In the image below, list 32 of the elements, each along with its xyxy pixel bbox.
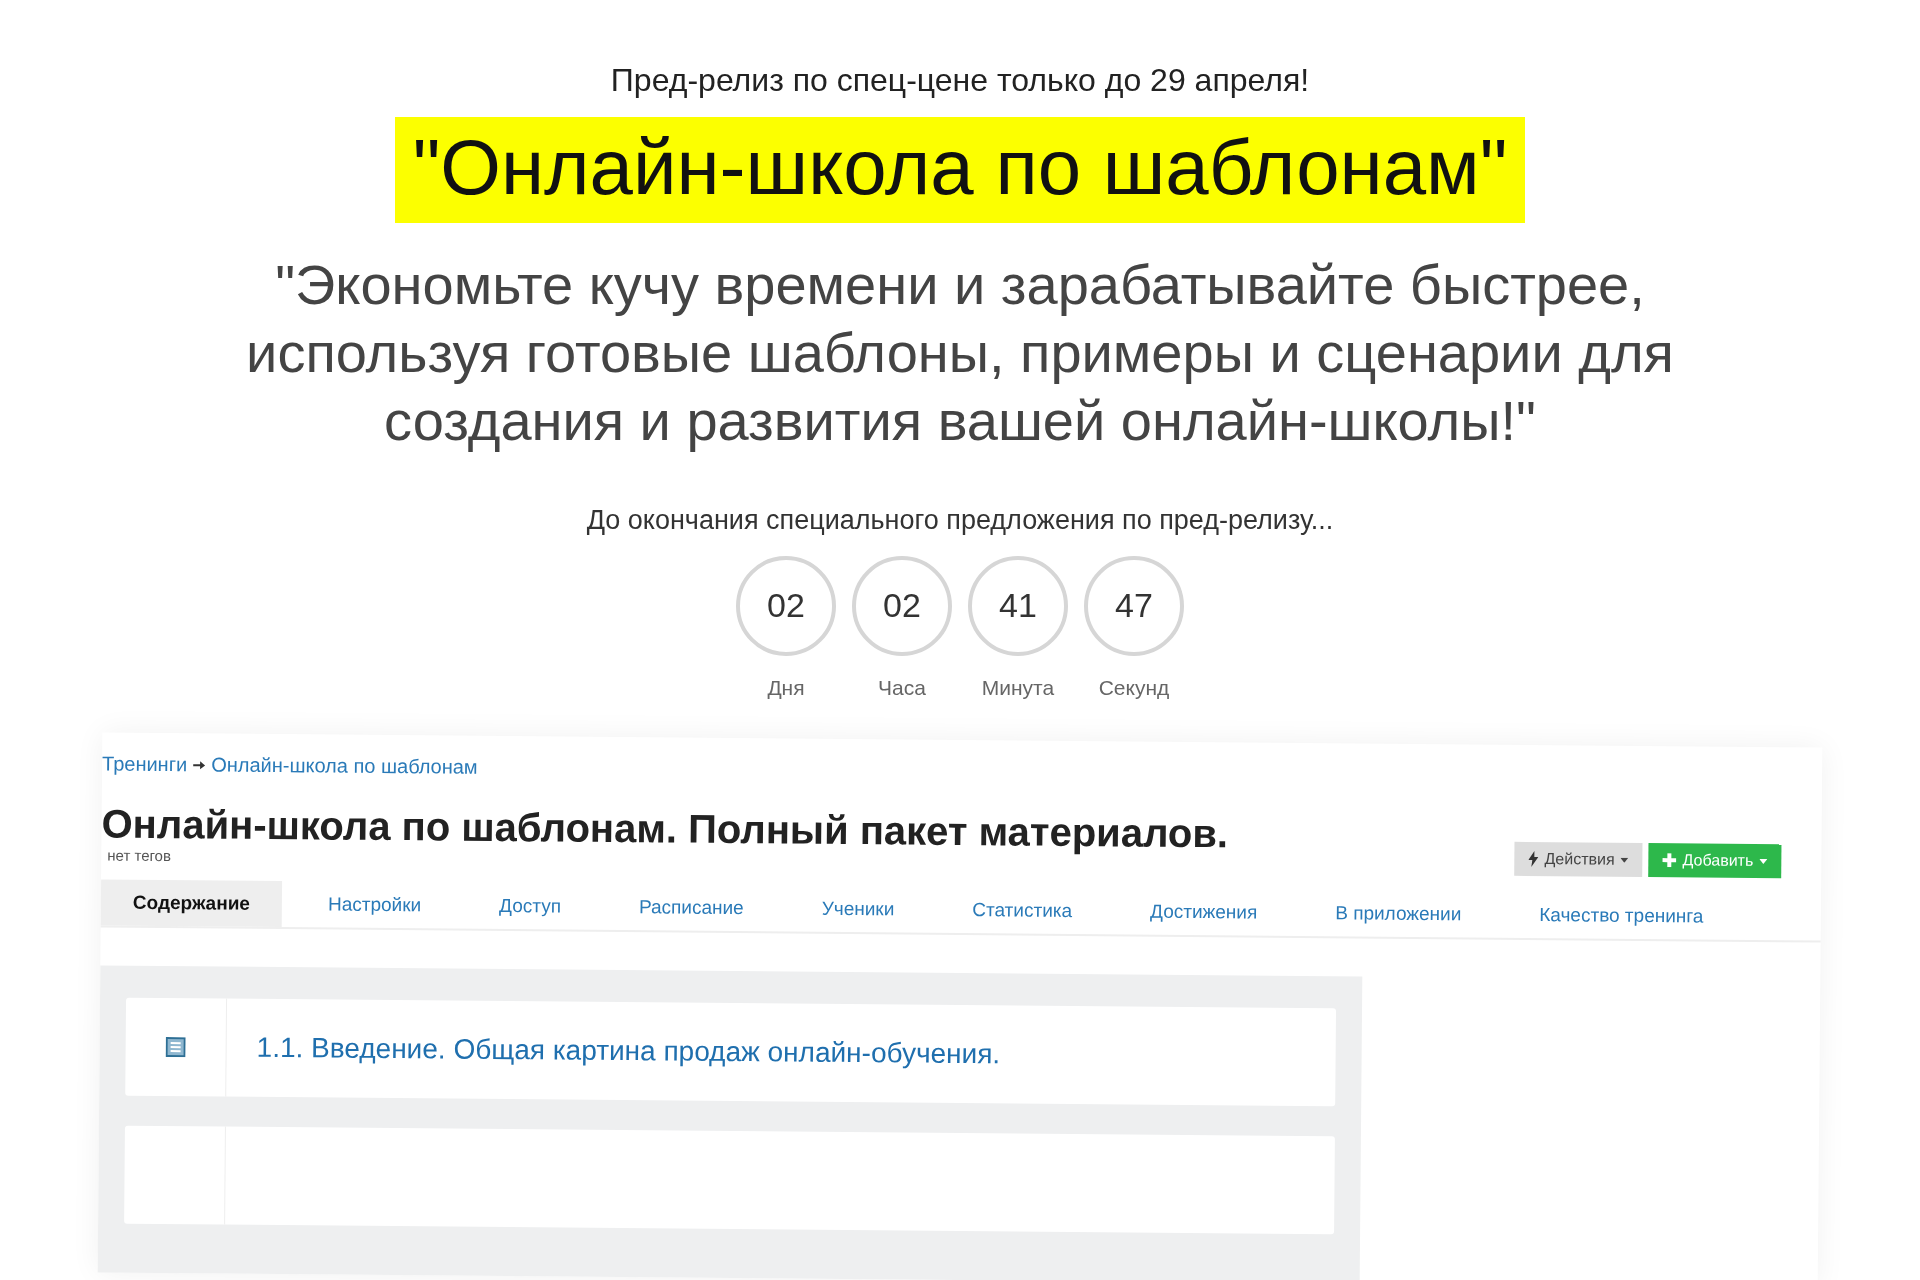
caret-icon <box>1759 858 1768 864</box>
promo-subtitle: Пред-релиз по спец-цене только до 29 апреля! <box>610 62 1310 99</box>
countdown-label: Минута <box>981 675 1055 700</box>
breadcrumb-link[interactable]: Онлайн-школа по шаблонам <box>211 753 478 779</box>
countdown-value: 02 <box>736 555 836 656</box>
arrow-icon <box>193 759 206 770</box>
actions-button[interactable]: Действия <box>1514 841 1643 877</box>
tab[interactable]: Достижения <box>1117 888 1290 936</box>
tab[interactable]: Расписание <box>606 883 776 932</box>
tab[interactable]: Содержание <box>100 879 283 927</box>
countdown-label: Секунд <box>1098 675 1170 700</box>
caret-icon <box>1620 856 1629 862</box>
countdown-value: 47 <box>1084 555 1184 656</box>
tab[interactable]: В приложении <box>1303 889 1494 938</box>
tab[interactable]: Статистика <box>940 886 1105 934</box>
tab[interactable]: Доступ <box>466 882 594 930</box>
tab[interactable]: Ученики <box>789 885 927 933</box>
countdown-value: 02 <box>852 555 952 656</box>
add-button[interactable]: Добавить <box>1648 842 1782 878</box>
document-icon <box>165 1036 186 1057</box>
plus-icon <box>1662 852 1677 867</box>
tab[interactable]: Качество тренинга <box>1507 891 1736 940</box>
countdown-label: Часа <box>878 675 926 700</box>
countdown-label: Дня <box>767 675 805 700</box>
quote-text: "Экономьте кучу времени и зарабатывайте быстрее, используя готовые шаблоны, примеры и сценарии для создания и развития вашей онлайн-школы!" <box>245 251 1675 454</box>
lightning-icon <box>1528 850 1539 867</box>
headline: "Онлайн-школа по шаблонам" <box>394 117 1526 223</box>
lesson-link[interactable]: 1.1. Введение. Общая картина продаж онлайн-обучения. <box>256 1031 1001 1071</box>
breadcrumb-link[interactable]: Тренинги <box>102 752 188 776</box>
tab[interactable]: Настройки <box>295 880 454 929</box>
countdown-caption: До окончания специального предложения по пред-релизу... <box>586 504 1334 536</box>
countdown-value: 41 <box>968 555 1068 656</box>
